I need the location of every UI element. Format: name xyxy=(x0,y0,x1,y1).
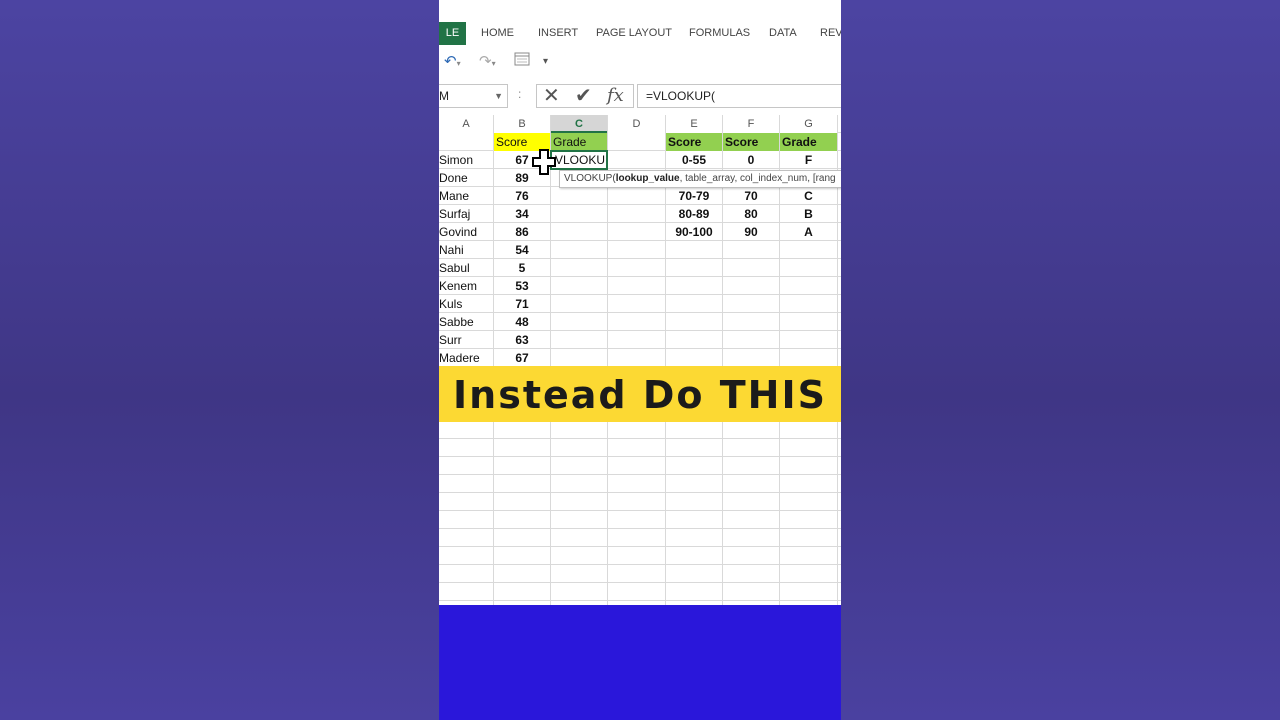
customize-qat-icon[interactable]: ▾ xyxy=(543,56,548,76)
name-cell[interactable]: Govind xyxy=(439,223,493,241)
undo-icon[interactable]: ↶▾ xyxy=(444,52,461,72)
tab-home[interactable]: HOME xyxy=(481,22,514,45)
bottom-panel xyxy=(439,605,841,720)
name-box[interactable]: M ▼ xyxy=(439,84,508,108)
header-grade-cell[interactable]: Grade xyxy=(551,133,607,151)
lookup-grade-cell[interactable]: A xyxy=(780,223,837,241)
name-cell[interactable]: Simon xyxy=(439,151,493,169)
tab-page-layout[interactable]: PAGE LAYOUT xyxy=(596,22,672,45)
grid-line xyxy=(607,115,608,605)
name-cell[interactable]: Kenem xyxy=(439,277,493,295)
video-frame: LE HOME INSERT PAGE LAYOUT FORMULAS DATA… xyxy=(439,0,841,720)
tab-file[interactable]: LE xyxy=(439,22,466,45)
formula-bar: M ▼ : ✕ ✔ fx =VLOOKUP( xyxy=(439,84,841,112)
name-cell[interactable]: Done xyxy=(439,169,493,187)
tooltip-remaining-arguments: , table_array, col_index_num, [rang xyxy=(679,173,836,184)
grid-line xyxy=(550,115,551,605)
background-left xyxy=(0,0,439,720)
lookup-header-score[interactable]: Score xyxy=(666,133,722,151)
formula-buttons: ✕ ✔ fx xyxy=(536,84,634,108)
score-cell[interactable]: 63 xyxy=(494,331,550,349)
score-cell[interactable]: 5 xyxy=(494,259,550,277)
score-cell[interactable]: 34 xyxy=(494,205,550,223)
overlay-banner: Instead Do THIS xyxy=(439,366,841,422)
enter-icon[interactable]: ✔ xyxy=(575,83,592,108)
lookup-min-cell[interactable]: 80 xyxy=(723,205,779,223)
column-header-a[interactable]: A xyxy=(439,115,493,133)
redo-icon[interactable]: ↷▾ xyxy=(479,52,496,72)
score-cell[interactable]: 86 xyxy=(494,223,550,241)
lookup-min-cell[interactable]: 90 xyxy=(723,223,779,241)
column-header-b[interactable]: B xyxy=(494,115,550,133)
name-cell[interactable]: Nahi xyxy=(439,241,493,259)
score-cell[interactable]: 76 xyxy=(494,187,550,205)
banner-text: Instead Do THIS xyxy=(453,373,827,417)
column-header-f[interactable]: F xyxy=(723,115,779,133)
lookup-header-score[interactable]: Score xyxy=(723,133,779,151)
tab-review[interactable]: REVI xyxy=(820,22,841,45)
function-tooltip[interactable]: VLOOKUP(lookup_value, table_array, col_i… xyxy=(559,170,841,188)
form-icon[interactable] xyxy=(514,52,530,72)
ribbon: LE HOME INSERT PAGE LAYOUT FORMULAS DATA… xyxy=(439,0,841,85)
background-right xyxy=(841,0,1280,720)
tooltip-current-argument: lookup_value xyxy=(615,173,680,184)
score-cell[interactable]: 53 xyxy=(494,277,550,295)
name-box-value: M xyxy=(439,89,449,103)
lookup-grade-cell[interactable]: B xyxy=(780,205,837,223)
name-cell[interactable]: Madere xyxy=(439,349,493,367)
name-cell[interactable]: Kuls xyxy=(439,295,493,313)
tab-formulas[interactable]: FORMULAS xyxy=(689,22,750,45)
grid-line xyxy=(837,115,838,605)
active-cell-editor[interactable]: VLOOKUP( xyxy=(550,150,608,170)
cross-cursor-icon xyxy=(532,149,556,175)
lookup-grade-cell[interactable]: C xyxy=(780,187,837,205)
column-header-g[interactable]: G xyxy=(780,115,837,133)
lookup-header-grade[interactable]: Grade xyxy=(780,133,837,151)
name-cell[interactable]: Sabul xyxy=(439,259,493,277)
lookup-grade-cell[interactable]: F xyxy=(780,151,837,169)
lookup-range-cell[interactable]: 90-100 xyxy=(666,223,722,241)
lookup-min-cell[interactable]: 70 xyxy=(723,187,779,205)
score-cell[interactable]: 71 xyxy=(494,295,550,313)
name-cell[interactable]: Mane xyxy=(439,187,493,205)
lookup-range-cell[interactable]: 80-89 xyxy=(666,205,722,223)
name-cell[interactable]: Surfaj xyxy=(439,205,493,223)
score-cell[interactable]: 54 xyxy=(494,241,550,259)
column-header-e[interactable]: E xyxy=(666,115,722,133)
active-cell-text: VLOOKUP( xyxy=(555,153,606,167)
spreadsheet-grid[interactable]: A B C D E F G Score Grade Score Score Gr… xyxy=(439,115,841,605)
lookup-min-cell[interactable]: 0 xyxy=(723,151,779,169)
lookup-range-cell[interactable]: 0-55 xyxy=(666,151,722,169)
tab-insert[interactable]: INSERT xyxy=(538,22,578,45)
column-header-d[interactable]: D xyxy=(608,115,665,133)
formula-bar-separator: : xyxy=(518,87,522,101)
score-cell[interactable]: 48 xyxy=(494,313,550,331)
tooltip-function-name: VLOOKUP( xyxy=(564,173,616,184)
column-header-c[interactable]: C xyxy=(551,115,607,133)
tab-data[interactable]: DATA xyxy=(769,22,797,45)
lookup-range-cell[interactable]: 70-79 xyxy=(666,187,722,205)
formula-input[interactable]: =VLOOKUP( xyxy=(637,84,841,108)
insert-function-icon[interactable]: fx xyxy=(607,85,624,106)
cancel-icon[interactable]: ✕ xyxy=(543,83,560,108)
chevron-down-icon[interactable]: ▼ xyxy=(494,85,503,107)
score-cell[interactable]: 67 xyxy=(494,349,550,367)
name-cell[interactable]: Surr xyxy=(439,331,493,349)
name-cell[interactable]: Sabbe xyxy=(439,313,493,331)
